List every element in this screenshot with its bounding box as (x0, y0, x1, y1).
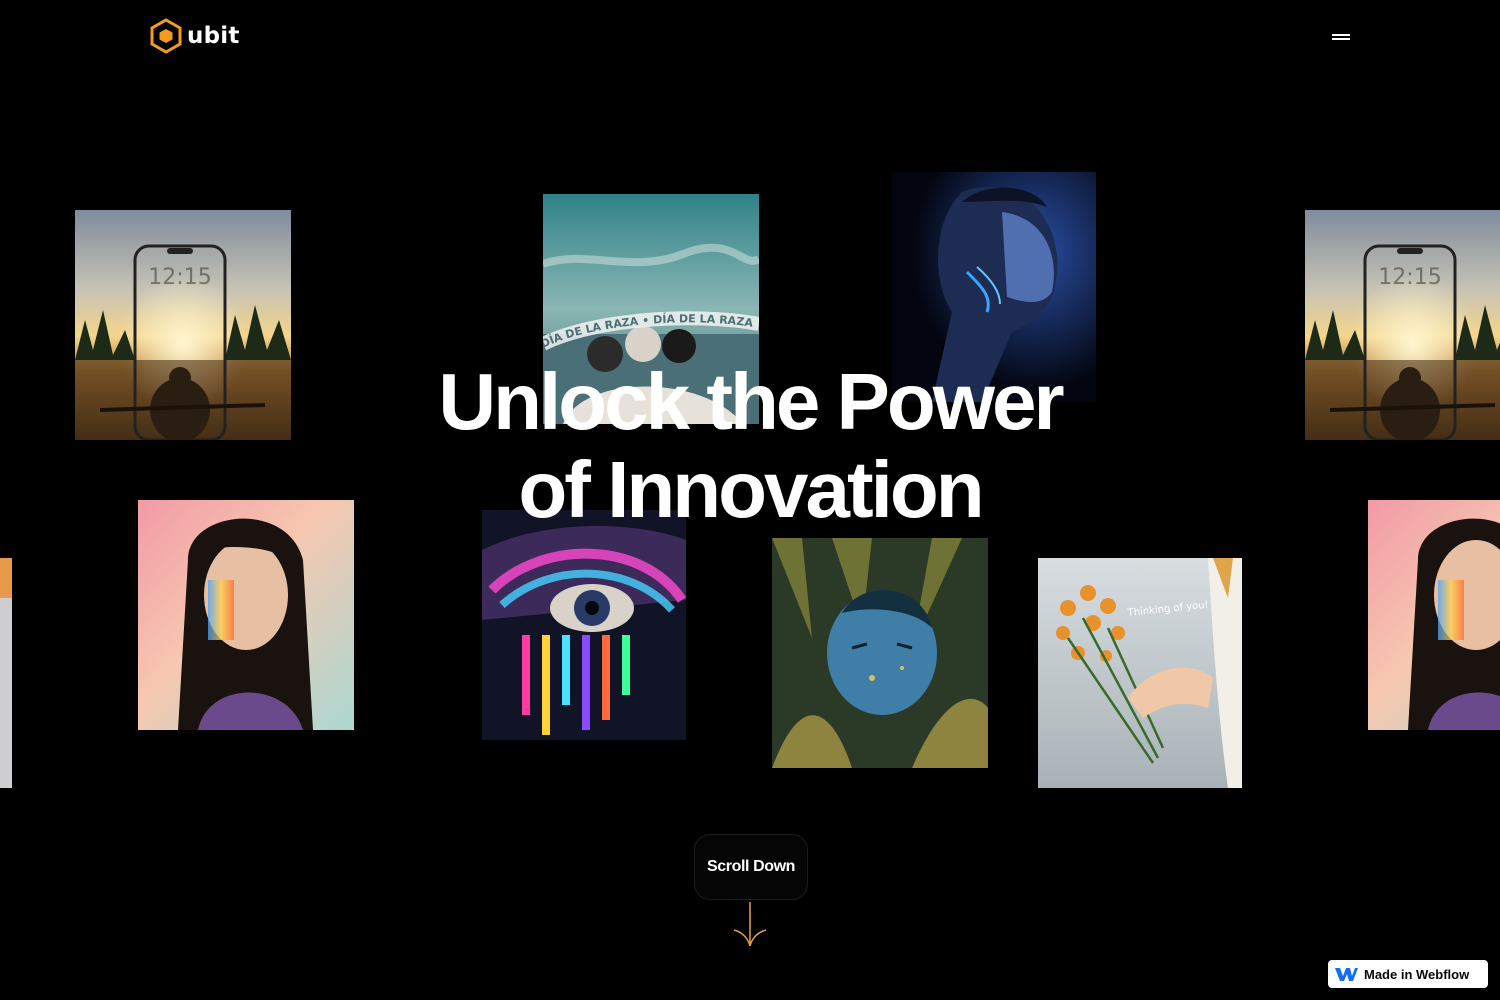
scroll-down-label: Scroll Down (706, 858, 796, 875)
webflow-logo-icon (1335, 968, 1358, 981)
gallery-image-flowers: Thinking of you! (1038, 558, 1242, 788)
scroll-down-button[interactable]: Scroll Down (694, 834, 808, 900)
webflow-badge[interactable]: Made in Webflow (1328, 960, 1488, 988)
hexagon-logo-icon (150, 18, 182, 54)
gallery-image-blue-face (772, 538, 988, 768)
hamburger-menu-icon (1332, 34, 1350, 36)
gallery-image-lake-phone: 12:15 (75, 210, 291, 440)
lockscreen-clock: 12:15 (148, 265, 211, 290)
gallery-image-rainbow-portrait-repeat (1368, 500, 1500, 730)
gallery-image-vintage-photo: DÍA DE LA RAZA • DÍA DE LA RAZA • (543, 194, 759, 424)
gallery-image-glitter-eye (482, 510, 686, 740)
gallery-image-lake-phone-repeat: 12:15 (1305, 210, 1500, 440)
lockscreen-clock: 12:15 (1378, 265, 1441, 290)
brand-name: ubit (187, 23, 240, 49)
webflow-badge-label: Made in Webflow (1364, 966, 1470, 982)
top-nav: ubit (0, 0, 1500, 75)
brand-logo[interactable]: ubit (149, 18, 240, 54)
arrow-down-icon (733, 902, 767, 947)
gallery-image-partial-left (0, 558, 12, 788)
gallery-image-glowing-man (892, 172, 1096, 402)
menu-button[interactable] (1326, 26, 1356, 46)
gallery-image-rainbow-portrait (138, 500, 354, 730)
